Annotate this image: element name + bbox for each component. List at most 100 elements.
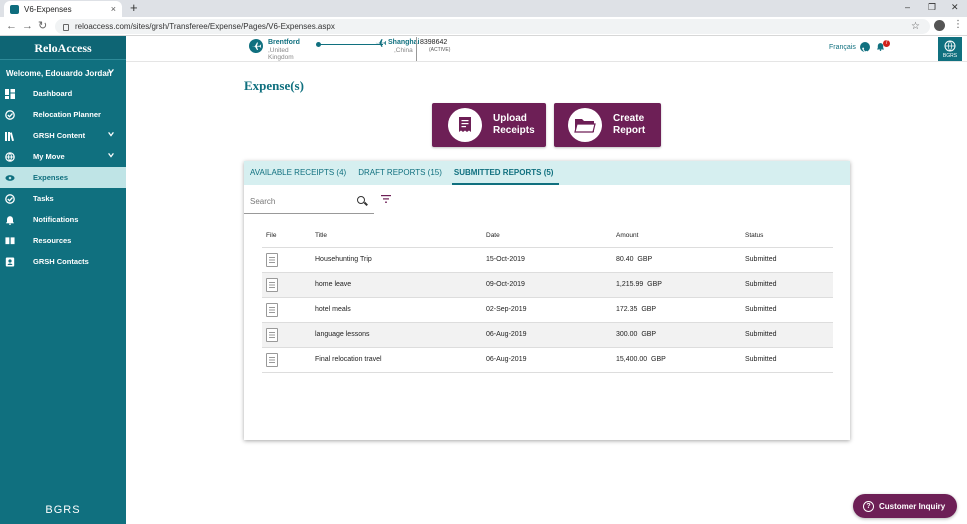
column-header-file[interactable]: File bbox=[262, 225, 315, 248]
column-header-title[interactable]: Title bbox=[315, 225, 486, 248]
url-bar[interactable]: reloaccess.com/sites/grsh/Transferee/Exp… bbox=[55, 19, 930, 34]
close-tab-icon[interactable]: × bbox=[111, 4, 116, 14]
receipt-upload-icon bbox=[448, 108, 482, 142]
language-switch-link[interactable]: Français bbox=[829, 44, 856, 51]
sidebar-item-label: Resources bbox=[33, 236, 72, 245]
brand-logo[interactable]: ReloAccess bbox=[0, 36, 126, 60]
sidebar-item-grsh-contacts[interactable]: GRSH Contacts bbox=[0, 251, 126, 272]
sidebar-item-resources[interactable]: Resources bbox=[0, 230, 126, 251]
create-report-button[interactable]: Create Report bbox=[554, 103, 661, 147]
chevron-down-icon[interactable] bbox=[107, 67, 115, 75]
document-icon[interactable] bbox=[266, 352, 278, 367]
route-line bbox=[318, 44, 383, 45]
customer-inquiry-label: Customer Inquiry bbox=[879, 501, 946, 511]
dashboard-icon bbox=[5, 88, 15, 99]
document-icon[interactable] bbox=[266, 277, 278, 292]
reload-icon[interactable]: ↻ bbox=[38, 19, 47, 33]
amount-value: 300.00 bbox=[616, 331, 638, 338]
row-status: Submitted bbox=[745, 272, 833, 298]
row-amount: 80.40 GBP bbox=[616, 247, 745, 273]
row-status: Submitted bbox=[745, 322, 833, 348]
upload-receipts-label: Upload Receipts bbox=[493, 113, 535, 136]
window-close-icon[interactable]: ✕ bbox=[951, 2, 959, 13]
lock-icon bbox=[63, 24, 69, 31]
row-title[interactable]: Final relocation travel bbox=[315, 347, 486, 373]
route-divider bbox=[416, 37, 417, 61]
file-status: (ACTIVE) bbox=[429, 47, 451, 53]
row-amount: 300.00 GBP bbox=[616, 322, 745, 348]
column-header-amount[interactable]: Amount bbox=[616, 225, 745, 248]
sidebar-item-label: Tasks bbox=[33, 194, 54, 203]
address-bar-row: ← → ↻ reloaccess.com/sites/grsh/Transfer… bbox=[0, 17, 967, 36]
url-text: reloaccess.com/sites/grsh/Transferee/Exp… bbox=[75, 22, 335, 31]
question-icon: ? bbox=[863, 500, 874, 512]
maximize-icon[interactable]: ❐ bbox=[928, 2, 936, 13]
browser-tab[interactable]: V6-Expenses × bbox=[4, 1, 122, 17]
sidebar-item-label: My Move bbox=[33, 152, 65, 161]
back-icon[interactable]: ← bbox=[6, 19, 17, 33]
amount-currency: GBP bbox=[651, 356, 666, 363]
sidebar-item-label: Notifications bbox=[33, 215, 79, 224]
forward-icon[interactable]: → bbox=[22, 19, 33, 33]
table-header-row: File Title Date Amount Status bbox=[262, 225, 833, 248]
sidebar-item-dashboard[interactable]: Dashboard bbox=[0, 83, 126, 104]
bell-icon bbox=[5, 215, 15, 225]
row-amount: 1,215.99 GBP bbox=[616, 272, 745, 298]
amount-value: 80.40 bbox=[616, 256, 634, 263]
tab-draft-reports[interactable]: DRAFT REPORTS (15) bbox=[358, 161, 442, 185]
bgrs-footer-logo: BGRS bbox=[45, 504, 81, 516]
origin-country: ,United Kingdom bbox=[268, 47, 294, 61]
origin-city: Brentford bbox=[268, 39, 300, 46]
tab-submitted-reports[interactable]: SUBMITTED REPORTS (5) bbox=[451, 161, 560, 185]
table-row[interactable]: Househunting Trip 15-Oct-2019 80.40 GBP … bbox=[262, 247, 833, 273]
phone-icon[interactable] bbox=[860, 42, 870, 53]
row-date: 15-Oct-2019 bbox=[486, 247, 616, 273]
table-row[interactable]: home leave 09-Oct-2019 1,215.99 GBP Subm… bbox=[262, 272, 833, 298]
table-row[interactable]: Final relocation travel 06-Aug-2019 15,4… bbox=[262, 347, 833, 373]
row-date: 06-Aug-2019 bbox=[486, 347, 616, 373]
search-input[interactable] bbox=[250, 194, 350, 208]
amount-value: 172.35 bbox=[616, 306, 638, 313]
column-header-status[interactable]: Status bbox=[745, 225, 833, 248]
new-tab-button[interactable]: + bbox=[130, 1, 138, 15]
amount-currency: GBP bbox=[641, 306, 657, 313]
search-field bbox=[244, 188, 374, 214]
sidebar-item-label: Expenses bbox=[33, 173, 69, 182]
customer-inquiry-button[interactable]: ? Customer Inquiry bbox=[853, 494, 957, 518]
search-icon[interactable] bbox=[357, 196, 365, 204]
row-title[interactable]: Househunting Trip bbox=[315, 247, 486, 273]
table-row[interactable]: language lessons 06-Aug-2019 300.00 GBP … bbox=[262, 322, 833, 348]
sidebar-item-grsh-content[interactable]: GRSH Content bbox=[0, 125, 126, 146]
sidebar-item-tasks[interactable]: Tasks bbox=[0, 188, 126, 209]
sidebar-item-expenses[interactable]: Expenses bbox=[0, 167, 126, 188]
column-header-date[interactable]: Date bbox=[486, 225, 616, 248]
document-icon[interactable] bbox=[266, 252, 278, 267]
plane-origin-icon bbox=[249, 39, 263, 53]
sidebar-item-my-move[interactable]: My Move bbox=[0, 146, 126, 167]
amount-value: 15,400.00 bbox=[616, 356, 648, 363]
chevron-down-icon[interactable] bbox=[107, 151, 115, 159]
amount-value: 1,215.99 bbox=[616, 281, 644, 288]
bookmark-star-icon[interactable]: ☆ bbox=[911, 21, 920, 32]
upload-receipts-button[interactable]: Upload Receipts bbox=[432, 103, 546, 147]
chevron-down-icon[interactable] bbox=[107, 130, 115, 138]
row-title[interactable]: language lessons bbox=[315, 322, 486, 348]
document-icon[interactable] bbox=[266, 302, 278, 317]
row-title[interactable]: hotel meals bbox=[315, 297, 486, 323]
sidebar-item-relocation-planner[interactable]: Relocation Planner bbox=[0, 104, 126, 125]
tab-available-receipts[interactable]: AVAILABLE RECEIPTS (4) bbox=[250, 161, 346, 185]
table-row[interactable]: hotel meals 02-Sep-2019 172.35 GBP Submi… bbox=[262, 297, 833, 323]
bgrs-header-logo[interactable]: BGRS bbox=[938, 37, 962, 61]
document-icon[interactable] bbox=[266, 327, 278, 342]
minimize-icon[interactable]: – bbox=[905, 2, 910, 12]
account-avatar-icon[interactable] bbox=[934, 20, 945, 31]
row-amount: 15,400.00 GBP bbox=[616, 347, 745, 373]
contacts-icon bbox=[5, 257, 15, 267]
row-title[interactable]: home leave bbox=[315, 272, 486, 298]
destination-city: Shanghai bbox=[388, 39, 420, 46]
welcome-text[interactable]: Welcome, Edouardo Jordan bbox=[6, 69, 112, 78]
browser-menu-icon[interactable]: ⋮ bbox=[953, 19, 963, 30]
filter-icon[interactable] bbox=[381, 195, 391, 203]
sidebar-item-notifications[interactable]: Notifications bbox=[0, 209, 126, 230]
browser-tabstrip: V6-Expenses × + – ❐ ✕ bbox=[0, 0, 967, 17]
